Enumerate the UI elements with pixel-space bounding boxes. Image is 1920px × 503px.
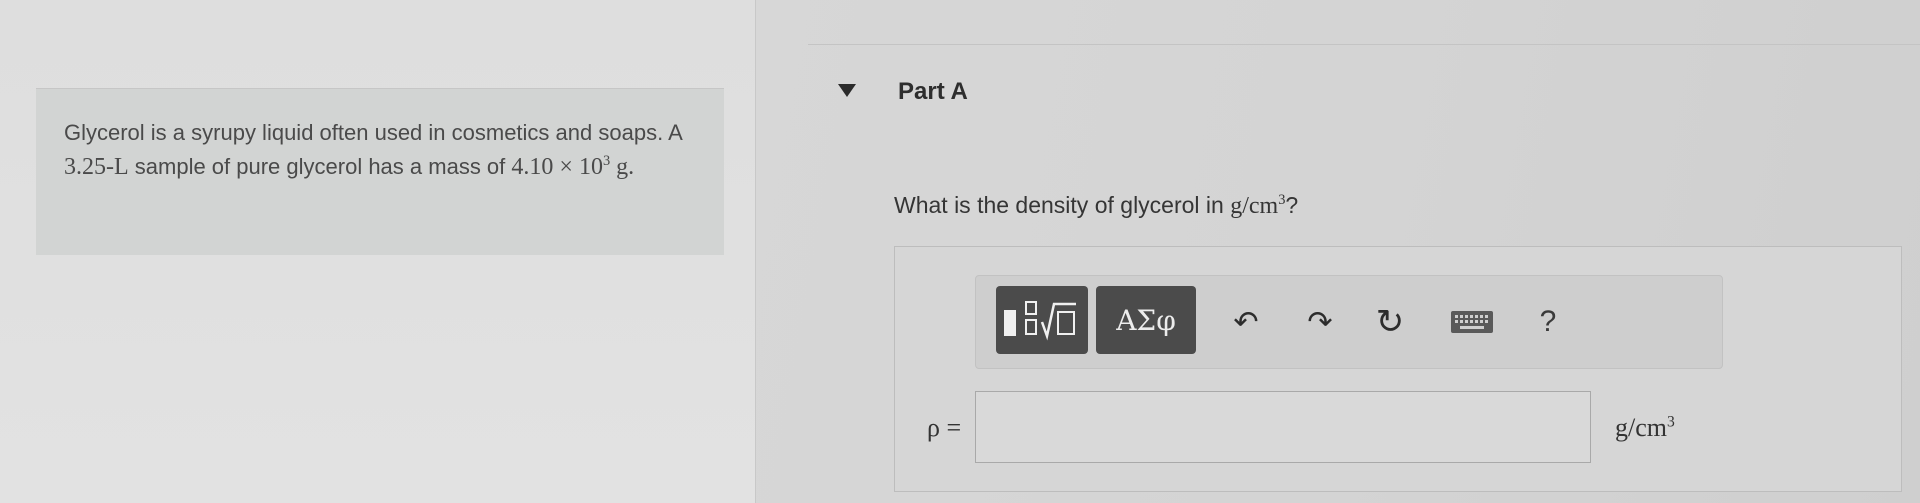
problem-panel: Glycerol is a syrupy liquid often used i… [0,0,755,503]
mass-coefficient: 4.10 [511,154,554,180]
mass-exponent: 3 [602,153,611,169]
mass-base: 10 [578,154,603,180]
question-prefix: What is the density of glycerol in [894,192,1231,218]
answer-area: ΑΣφ ↶ ↷ ↻ ? ρ = g/cm3 [894,246,1902,492]
templates-icon [1004,301,1076,341]
keyboard-icon[interactable] [1448,302,1496,342]
reset-icon[interactable]: ↻ [1366,302,1414,342]
problem-statement: Glycerol is a syrupy liquid often used i… [64,119,714,181]
math-toolbar: ΑΣφ ↶ ↷ ↻ ? [975,275,1723,369]
templates-button[interactable] [996,286,1088,354]
undo-icon[interactable]: ↶ [1226,302,1266,342]
symbols-button[interactable]: ΑΣφ [1096,286,1196,354]
answer-input[interactable] [975,391,1591,463]
mass-unit: g. [616,154,635,180]
section-rule [808,44,1920,45]
question-unit: g/cm3 [1230,192,1285,219]
part-title[interactable]: Part A [898,78,968,106]
problem-statement-box: Glycerol is a syrupy liquid often used i… [36,88,724,255]
redo-icon[interactable]: ↷ [1300,302,1340,342]
question-unit-base: g/cm [1230,193,1279,219]
answer-unit-base: g/cm [1615,413,1667,442]
problem-text-1: Glycerol is a syrupy liquid often used i… [64,120,682,145]
collapse-triangle-icon[interactable] [838,84,856,97]
question-suffix: ? [1285,192,1299,218]
answer-unit: g/cm3 [1615,413,1675,443]
problem-text-2: sample of pure glycerol has a mass of [128,154,512,179]
part-panel: Part A What is the density of glycerol i… [756,0,1920,503]
answer-unit-exponent: 3 [1667,413,1675,431]
keyboard-shape [1451,311,1493,333]
mass-value: 4.10 × 103 g. [511,153,635,180]
volume-value: 3.25-L [64,154,129,180]
times-symbol: × [559,154,573,180]
density-label: ρ = [927,413,962,442]
question-text: What is the density of glycerol in g/cm3… [894,192,1298,220]
help-icon[interactable]: ? [1528,302,1568,342]
